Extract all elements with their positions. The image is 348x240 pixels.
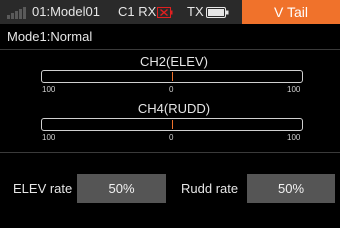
mode-tab[interactable]: V Tail	[242, 0, 340, 24]
elev-rate-label: ELEV rate	[13, 181, 73, 196]
mode-title[interactable]: Mode1:Normal	[7, 29, 92, 44]
signal-strength-icon	[7, 6, 27, 19]
tx-label: TX	[187, 4, 204, 19]
divider	[0, 152, 340, 153]
tick-right: 100	[287, 133, 301, 142]
rx-label: C1 RX	[118, 4, 157, 19]
channel-title-rudd: CH4(RUDD)	[137, 101, 211, 116]
tick-left: 100	[42, 133, 56, 142]
rx-disconnected-icon	[157, 7, 173, 18]
channel-bar-elev	[41, 70, 303, 83]
tick-right: 100	[287, 85, 301, 94]
channel-marker-rudd	[172, 120, 173, 129]
divider	[0, 49, 340, 50]
battery-icon	[206, 7, 229, 18]
rudd-rate-value[interactable]: 50%	[247, 174, 335, 203]
tick-left: 100	[42, 85, 56, 94]
channel-marker-elev	[172, 72, 173, 81]
elev-rate-value[interactable]: 50%	[77, 174, 166, 203]
frame: 01:Model01 C1 RX TX V Tail Mode1:Normal …	[0, 0, 348, 236]
channel-title-elev: CH2(ELEV)	[140, 54, 208, 69]
transmitter-screen: 01:Model01 C1 RX TX V Tail Mode1:Normal …	[0, 0, 340, 228]
tick-center: 0	[169, 85, 174, 94]
tick-center: 0	[169, 133, 174, 142]
rudd-rate-label: Rudd rate	[181, 181, 239, 196]
status-bar: 01:Model01 C1 RX TX V Tail	[0, 0, 340, 24]
channel-bar-rudd	[41, 118, 303, 131]
model-name[interactable]: 01:Model01	[32, 4, 100, 19]
